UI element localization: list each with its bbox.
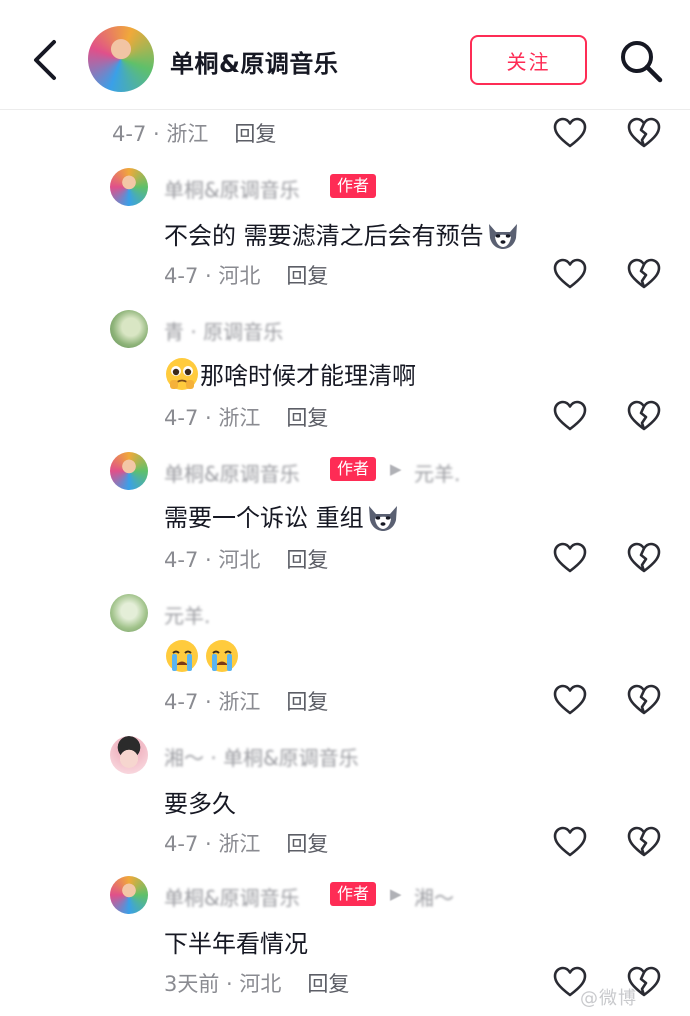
crying-face-emoji-icon — [166, 640, 198, 672]
husky-emoji-icon — [488, 224, 517, 249]
husky-emoji-icon — [368, 506, 397, 531]
reply-button[interactable]: 回复 — [286, 406, 328, 430]
reply-button[interactable]: 回复 — [307, 972, 349, 996]
broken-heart-icon[interactable] — [627, 684, 661, 716]
comment-text: 要多久 — [164, 784, 236, 819]
watermark: @微博 — [580, 988, 637, 1009]
author-badge: 作者 — [330, 882, 377, 906]
avatar[interactable] — [110, 594, 148, 632]
comment-meta: 3天前 · 河北 回复 — [164, 968, 349, 998]
page-title[interactable]: 单桐&原调音乐 — [170, 44, 338, 79]
avatar[interactable] — [110, 168, 148, 206]
avatar[interactable] — [110, 736, 148, 774]
heart-outline-icon[interactable] — [553, 826, 587, 858]
avatar[interactable] — [110, 310, 148, 348]
commenter-name[interactable]: 元羊. — [164, 600, 210, 629]
heart-outline-icon[interactable] — [553, 542, 587, 574]
comment-meta: 4-7 · 浙江 回复 — [164, 828, 328, 858]
date-location: 4-7 · 浙江 — [112, 122, 209, 146]
heart-outline-icon[interactable] — [553, 258, 587, 290]
reply-button[interactable]: 回复 — [286, 832, 328, 856]
comment-text: 那啥时候才能理清啊 — [164, 356, 416, 392]
author-badge: 作者 — [330, 174, 377, 198]
commenter-name[interactable]: 单桐&原调音乐 — [164, 882, 300, 911]
commenter-name[interactable]: 单桐&原调音乐 — [164, 174, 300, 203]
search-icon[interactable] — [618, 38, 664, 84]
avatar[interactable] — [110, 876, 148, 914]
comment-body: 下半年看情况 — [164, 930, 308, 958]
reply-arrow-icon: ▶ — [390, 460, 402, 478]
comment-body: 那啥时候才能理清啊 — [200, 362, 416, 390]
avatar[interactable] — [110, 452, 148, 490]
reply-to-name[interactable]: 元羊. — [414, 458, 460, 487]
date-location: 4-7 · 河北 — [164, 548, 261, 572]
reply-arrow-icon: ▶ — [390, 885, 402, 903]
comment-meta: 4-7 · 浙江 回复 — [164, 402, 328, 432]
broken-heart-icon[interactable] — [627, 400, 661, 432]
comment-meta: 4-7 · 河北 回复 — [164, 544, 328, 574]
avatar[interactable] — [88, 26, 154, 92]
broken-heart-icon[interactable] — [627, 826, 661, 858]
date-location: 4-7 · 浙江 — [164, 832, 261, 856]
comment-meta: 4-7 · 浙江 回复 — [164, 686, 328, 716]
heart-outline-icon[interactable] — [553, 684, 587, 716]
follow-button[interactable]: 关注 — [470, 35, 587, 85]
reply-button[interactable]: 回复 — [286, 690, 328, 714]
comment-text: 需要一个诉讼 重组 — [164, 498, 400, 533]
reply-button[interactable]: 回复 — [286, 264, 328, 288]
comment-body: 不会的 需要滤清之后会有预告 — [164, 222, 484, 250]
date-location: 3天前 · 河北 — [164, 972, 282, 996]
comment-body: 需要一个诉讼 重组 — [164, 504, 364, 532]
commenter-name[interactable]: 湘～ · 单桐&原调音乐 — [164, 742, 359, 771]
broken-heart-icon[interactable] — [627, 117, 661, 149]
comment-body: 要多久 — [164, 790, 236, 818]
comment-text — [164, 638, 240, 674]
broken-heart-icon[interactable] — [627, 258, 661, 290]
reply-to-name[interactable]: 湘～ — [414, 882, 454, 911]
commenter-name[interactable]: 单桐&原调音乐 — [164, 458, 300, 487]
date-location: 4-7 · 河北 — [164, 264, 261, 288]
comment-meta: 4-7 · 浙江 回复 — [112, 118, 276, 148]
reply-button[interactable]: 回复 — [234, 122, 276, 146]
date-location: 4-7 · 浙江 — [164, 406, 261, 430]
crying-face-emoji-icon — [206, 640, 238, 672]
heart-outline-icon[interactable] — [553, 117, 587, 149]
top-bar: 单桐&原调音乐 关注 — [0, 0, 690, 110]
heart-outline-icon[interactable] — [553, 400, 587, 432]
broken-heart-icon[interactable] — [627, 542, 661, 574]
comment-text: 不会的 需要滤清之后会有预告 — [164, 216, 520, 251]
pleading-face-emoji-icon — [166, 358, 198, 390]
commenter-name[interactable]: 青 · 原调音乐 — [164, 316, 283, 345]
reply-button[interactable]: 回复 — [286, 548, 328, 572]
author-badge: 作者 — [330, 457, 377, 481]
chevron-left-icon[interactable] — [28, 38, 64, 82]
comment-meta: 4-7 · 河北 回复 — [164, 260, 328, 290]
date-location: 4-7 · 浙江 — [164, 690, 261, 714]
comment-text: 下半年看情况 — [164, 924, 308, 959]
